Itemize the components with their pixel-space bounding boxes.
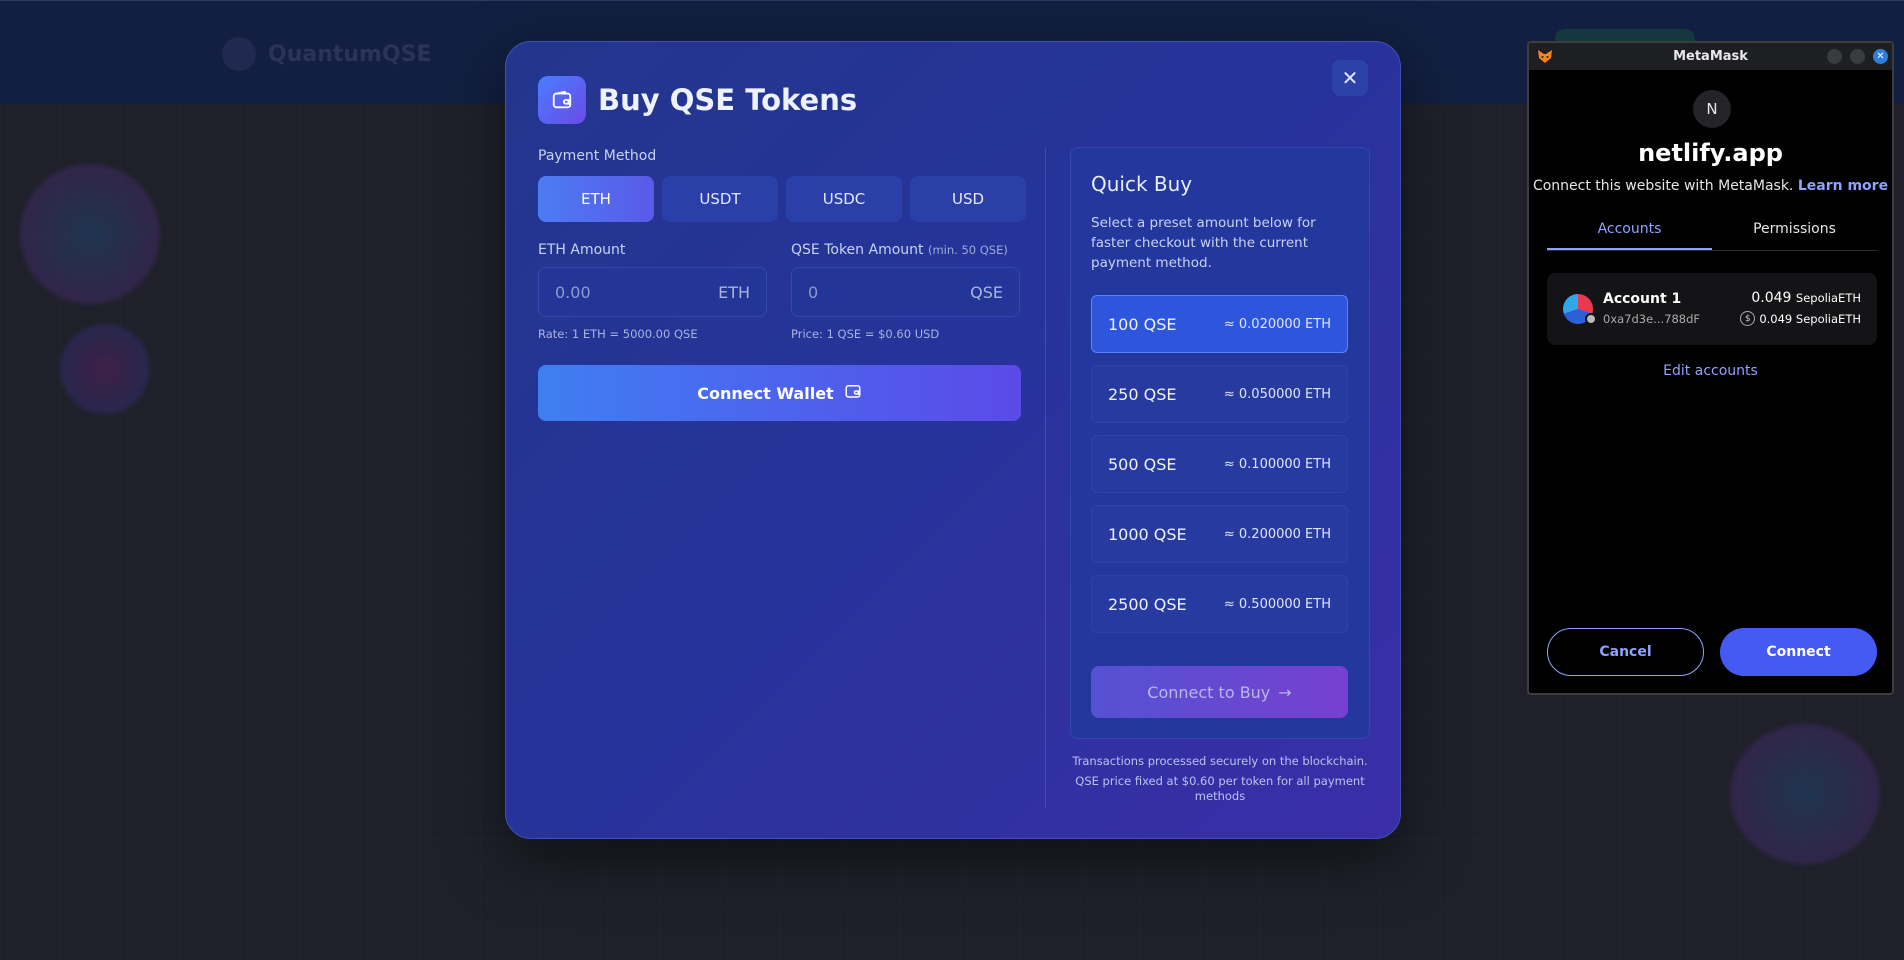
payment-method-label: Payment Method (538, 148, 657, 164)
connect-to-buy-button[interactable]: Connect to Buy → (1091, 666, 1348, 718)
account-token-balance: $ 0.049 SepoliaETH (1740, 311, 1861, 326)
eth-amount-label: ETH Amount (538, 242, 625, 258)
site-name: netlify.app (1638, 139, 1783, 167)
quick-buy-eth: ≈ 0.100000 ETH (1223, 456, 1331, 472)
account-token-balance-text: 0.049 SepoliaETH (1759, 311, 1861, 326)
qse-unit: QSE (970, 282, 1003, 302)
account-row[interactable]: Account 1 0xa7d3e...788dF 0.049 SepoliaE… (1547, 273, 1877, 345)
qse-amount-label-text: QSE Token Amount (791, 242, 924, 258)
quick-buy-option[interactable]: 250 QSE ≈ 0.050000 ETH (1091, 365, 1348, 423)
close-button[interactable]: ✕ (1332, 60, 1368, 96)
tab-permissions[interactable]: Permissions (1712, 221, 1877, 250)
quick-buy-eth: ≈ 0.020000 ETH (1223, 316, 1331, 332)
qse-price-hint: Price: 1 QSE = $0.60 USD (791, 327, 940, 341)
qse-amount-input[interactable]: 0 QSE (791, 267, 1020, 317)
buy-tokens-modal: Buy QSE Tokens ✕ Payment Method ETH USDT… (505, 41, 1401, 839)
window-close-button[interactable]: ✕ (1873, 49, 1888, 64)
wallet-icon (844, 382, 862, 404)
quick-buy-description: Select a preset amount below for faster … (1091, 215, 1316, 271)
eth-amount-input[interactable]: 0.00 ETH (538, 267, 767, 317)
account-name: Account 1 (1603, 291, 1682, 307)
quick-buy-title: Quick Buy (1091, 172, 1193, 196)
connect-subtitle: Connect this website with MetaMask. Lear… (1529, 178, 1892, 194)
connect-wallet-label: Connect Wallet (697, 383, 834, 403)
site-avatar: N (1693, 90, 1731, 128)
eth-rate-hint: Rate: 1 ETH = 5000.00 QSE (538, 327, 698, 341)
metamask-fox-icon (1537, 49, 1553, 68)
metamask-window: MetaMask ✕ N netlify.app Connect this we… (1527, 41, 1894, 695)
arrow-right-icon: → (1278, 682, 1292, 702)
modal-header: Buy QSE Tokens (538, 76, 857, 124)
quick-buy-qse: 500 QSE (1108, 454, 1177, 474)
account-balance: 0.049 SepoliaETH (1751, 290, 1861, 306)
tab-accounts[interactable]: Accounts (1547, 221, 1712, 250)
payment-method-usd[interactable]: USD (910, 176, 1026, 222)
maximize-button[interactable] (1850, 49, 1865, 64)
quick-buy-option[interactable]: 500 QSE ≈ 0.100000 ETH (1091, 435, 1348, 493)
quick-buy-eth: ≈ 0.500000 ETH (1223, 596, 1331, 612)
cancel-button[interactable]: Cancel (1547, 628, 1704, 676)
connect-to-buy-label: Connect to Buy (1147, 682, 1271, 702)
account-balance-unit: SepoliaETH (1795, 291, 1861, 305)
connect-button[interactable]: Connect (1720, 628, 1877, 676)
footnote-price: QSE price fixed at $0.60 per token for a… (1075, 774, 1365, 803)
connect-wallet-button[interactable]: Connect Wallet (538, 365, 1021, 421)
modal-title: Buy QSE Tokens (598, 83, 858, 117)
payment-method-usdt[interactable]: USDT (662, 176, 778, 222)
quick-buy-option[interactable]: 2500 QSE ≈ 0.500000 ETH (1091, 575, 1348, 633)
eth-amount-label-text: ETH Amount (538, 242, 626, 258)
footnote-security: Transactions processed securely on the b… (1072, 754, 1368, 768)
column-divider (1045, 148, 1046, 808)
network-badge-icon (1585, 313, 1597, 325)
minimize-button[interactable] (1827, 49, 1842, 64)
quick-buy-eth: ≈ 0.050000 ETH (1223, 386, 1331, 402)
connect-subtitle-text: Connect this website with MetaMask. (1532, 178, 1794, 194)
quick-buy-option[interactable]: 1000 QSE ≈ 0.200000 ETH (1091, 505, 1348, 563)
metamask-titlebar: MetaMask ✕ (1529, 43, 1892, 70)
quick-buy-panel: Quick Buy Select a preset amount below f… (1070, 147, 1370, 739)
close-icon: ✕ (1876, 51, 1885, 62)
eth-unit: ETH (718, 282, 750, 302)
quick-buy-qse: 2500 QSE (1108, 594, 1187, 614)
metamask-tabs: Accounts Permissions (1547, 221, 1877, 251)
qse-amount-label: QSE Token Amount (min. 50 QSE) (791, 242, 1008, 258)
account-balance-value: 0.049 (1751, 290, 1792, 306)
qse-amount-placeholder: 0 (808, 282, 819, 302)
payment-method-selector: ETH USDT USDC USD (538, 176, 1026, 222)
payment-method-eth[interactable]: ETH (538, 176, 654, 222)
account-address: 0xa7d3e...788dF (1603, 312, 1701, 326)
quick-buy-eth: ≈ 0.200000 ETH (1223, 526, 1331, 542)
learn-more-link[interactable]: Learn more (1798, 178, 1888, 194)
wallet-icon (538, 76, 586, 124)
dollar-icon: $ (1740, 311, 1756, 326)
quick-buy-qse: 1000 QSE (1108, 524, 1187, 544)
close-icon: ✕ (1341, 66, 1359, 90)
quick-buy-option[interactable]: 100 QSE ≈ 0.020000 ETH (1091, 295, 1348, 353)
quick-buy-qse: 100 QSE (1108, 314, 1177, 334)
payment-method-usdc[interactable]: USDC (786, 176, 902, 222)
quick-buy-qse: 250 QSE (1108, 384, 1177, 404)
edit-accounts-link[interactable]: Edit accounts (1529, 363, 1892, 379)
qse-min-note: (min. 50 QSE) (927, 243, 1008, 257)
eth-amount-placeholder: 0.00 (555, 282, 591, 302)
